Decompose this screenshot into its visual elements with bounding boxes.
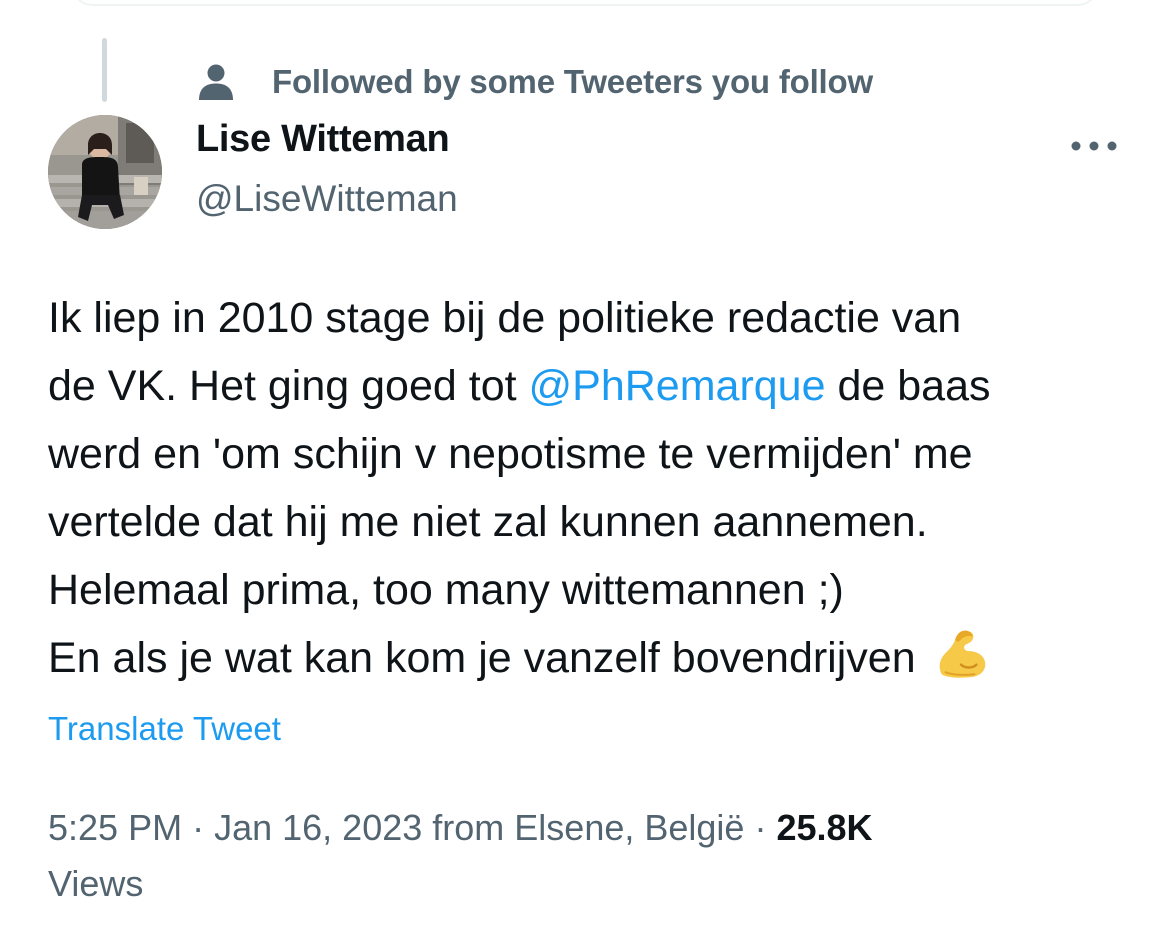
tweet-line: vertelde dat hij me niet zal kunnen aann… — [48, 498, 928, 546]
more-dots-icon — [1071, 141, 1117, 151]
meta-separator: · — [744, 807, 777, 848]
thread-connector-line — [102, 38, 107, 102]
avatar[interactable] — [48, 115, 162, 229]
author-name[interactable]: Lise Witteman — [196, 118, 450, 161]
tweet-line-part: de baas — [825, 362, 991, 410]
tweet-line-part: de VK. Het ging goed tot — [48, 362, 529, 410]
tweet-location[interactable]: Elsene, België — [514, 807, 744, 848]
translate-tweet-link[interactable]: Translate Tweet — [48, 710, 281, 748]
author-handle[interactable]: @LiseWitteman — [196, 178, 458, 220]
meta-separator: · — [182, 807, 215, 848]
tweet-meta: 5:25 PM · Jan 16, 2023 from Elsene, Belg… — [48, 800, 1048, 912]
mention-link[interactable]: @PhRemarque — [529, 362, 826, 410]
flexed-biceps-icon — [939, 630, 985, 678]
tweet-line: En als je wat kan kom je vanzelf bovendr… — [48, 624, 1128, 692]
tweet-date[interactable]: Jan 16, 2023 — [214, 807, 422, 848]
more-options-button[interactable] — [1066, 128, 1122, 164]
social-context: Followed by some Tweeters you follow — [196, 58, 873, 106]
tweet-line: werd en 'om schijn v nepotisme te vermij… — [48, 430, 973, 478]
views-label[interactable]: Views — [48, 863, 143, 904]
tweet-line: de VK. Het ging goed tot @PhRemarque de … — [48, 352, 1128, 420]
views-count[interactable]: 25.8K — [776, 807, 872, 848]
avatar-photo — [48, 115, 162, 229]
social-context-text: Followed by some Tweeters you follow — [272, 63, 873, 100]
tweet-line-part: En als je wat kan kom je vanzelf bovendr… — [48, 634, 916, 682]
tweet-line: Ik liep in 2010 stage bij de politieke r… — [48, 294, 962, 342]
tweet-time[interactable]: 5:25 PM — [48, 807, 182, 848]
tweet-text: Ik liep in 2010 stage bij de politieke r… — [48, 284, 1128, 692]
person-icon — [199, 64, 233, 100]
previous-card-edge — [70, 0, 1100, 6]
tweet-line: Helemaal prima, too many wittemannen ;) — [48, 566, 844, 614]
location-prefix: from — [422, 807, 515, 848]
